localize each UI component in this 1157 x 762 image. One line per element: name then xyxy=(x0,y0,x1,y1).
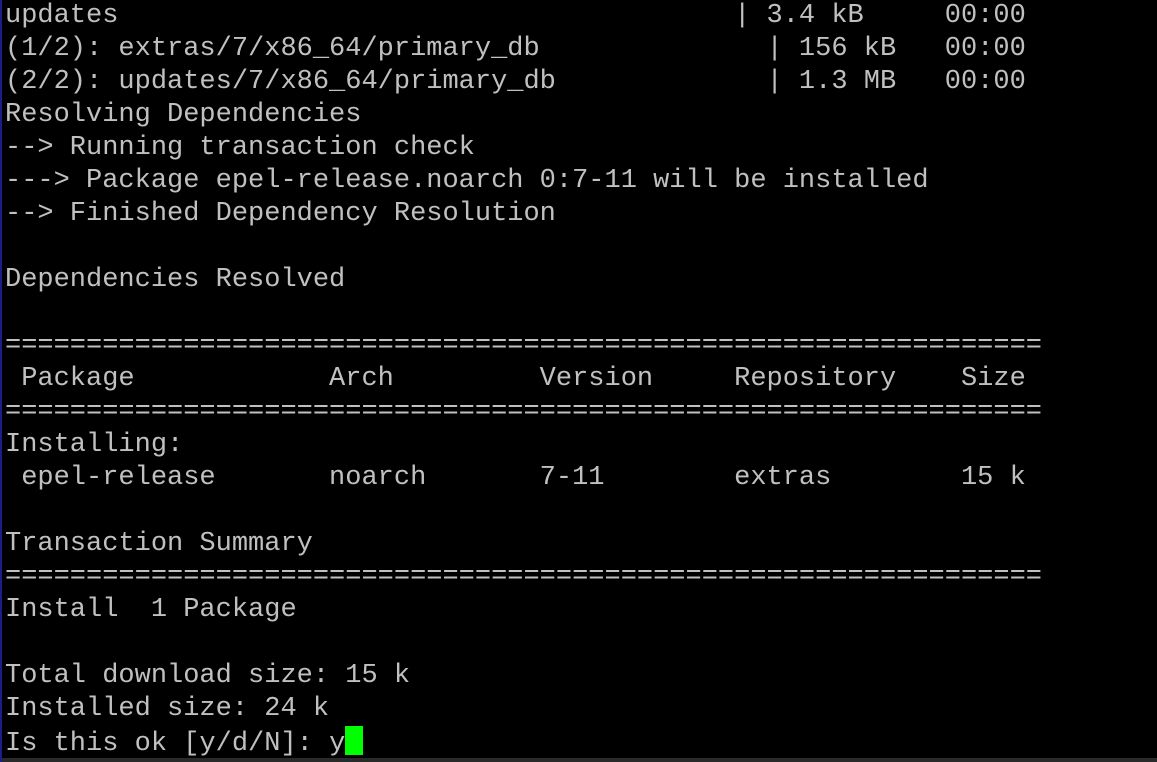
prompt-input-text[interactable]: y xyxy=(329,729,345,759)
output-line-extras-primary-db: (1/2): extras/7/x86_64/primary_db | 156 … xyxy=(5,34,1026,64)
table-separator: ========================================… xyxy=(5,562,1042,592)
table-separator: ========================================… xyxy=(5,331,1042,361)
summary-total-download-size: Total download size: 15 k xyxy=(5,661,411,691)
section-transaction-summary: Transaction Summary xyxy=(5,529,313,559)
table-header-row: Package Arch Version Repository Size xyxy=(5,364,1026,394)
output-line-finished-resolution: --> Finished Dependency Resolution xyxy=(5,199,556,229)
output-line-transaction-check: --> Running transaction check xyxy=(5,133,475,163)
output-line-repo-updates: updates | 3.4 kB 00:00 xyxy=(5,1,1026,31)
output-line-package-install: ---> Package epel-release.noarch 0:7-11 … xyxy=(5,166,929,196)
bottom-border xyxy=(2,758,1157,762)
terminal-window[interactable]: updates | 3.4 kB 00:00 (1/2): extras/7/x… xyxy=(0,0,1157,762)
section-installing: Installing: xyxy=(5,430,184,460)
confirm-prompt-line[interactable]: Is this ok [y/d/N]: y xyxy=(5,726,364,759)
output-line-resolving: Resolving Dependencies xyxy=(5,100,362,130)
summary-install-count: Install 1 Package xyxy=(5,595,297,625)
table-separator: ========================================… xyxy=(5,397,1042,427)
table-row-epel-release: epel-release noarch 7-11 extras 15 k xyxy=(5,463,1026,493)
output-line-updates-primary-db: (2/2): updates/7/x86_64/primary_db | 1.3… xyxy=(5,67,1026,97)
output-line-dependencies-resolved: Dependencies Resolved xyxy=(5,265,346,295)
confirm-prompt-text: Is this ok [y/d/N]: xyxy=(5,729,330,759)
summary-installed-size: Installed size: 24 k xyxy=(5,694,330,724)
text-cursor xyxy=(345,726,364,755)
